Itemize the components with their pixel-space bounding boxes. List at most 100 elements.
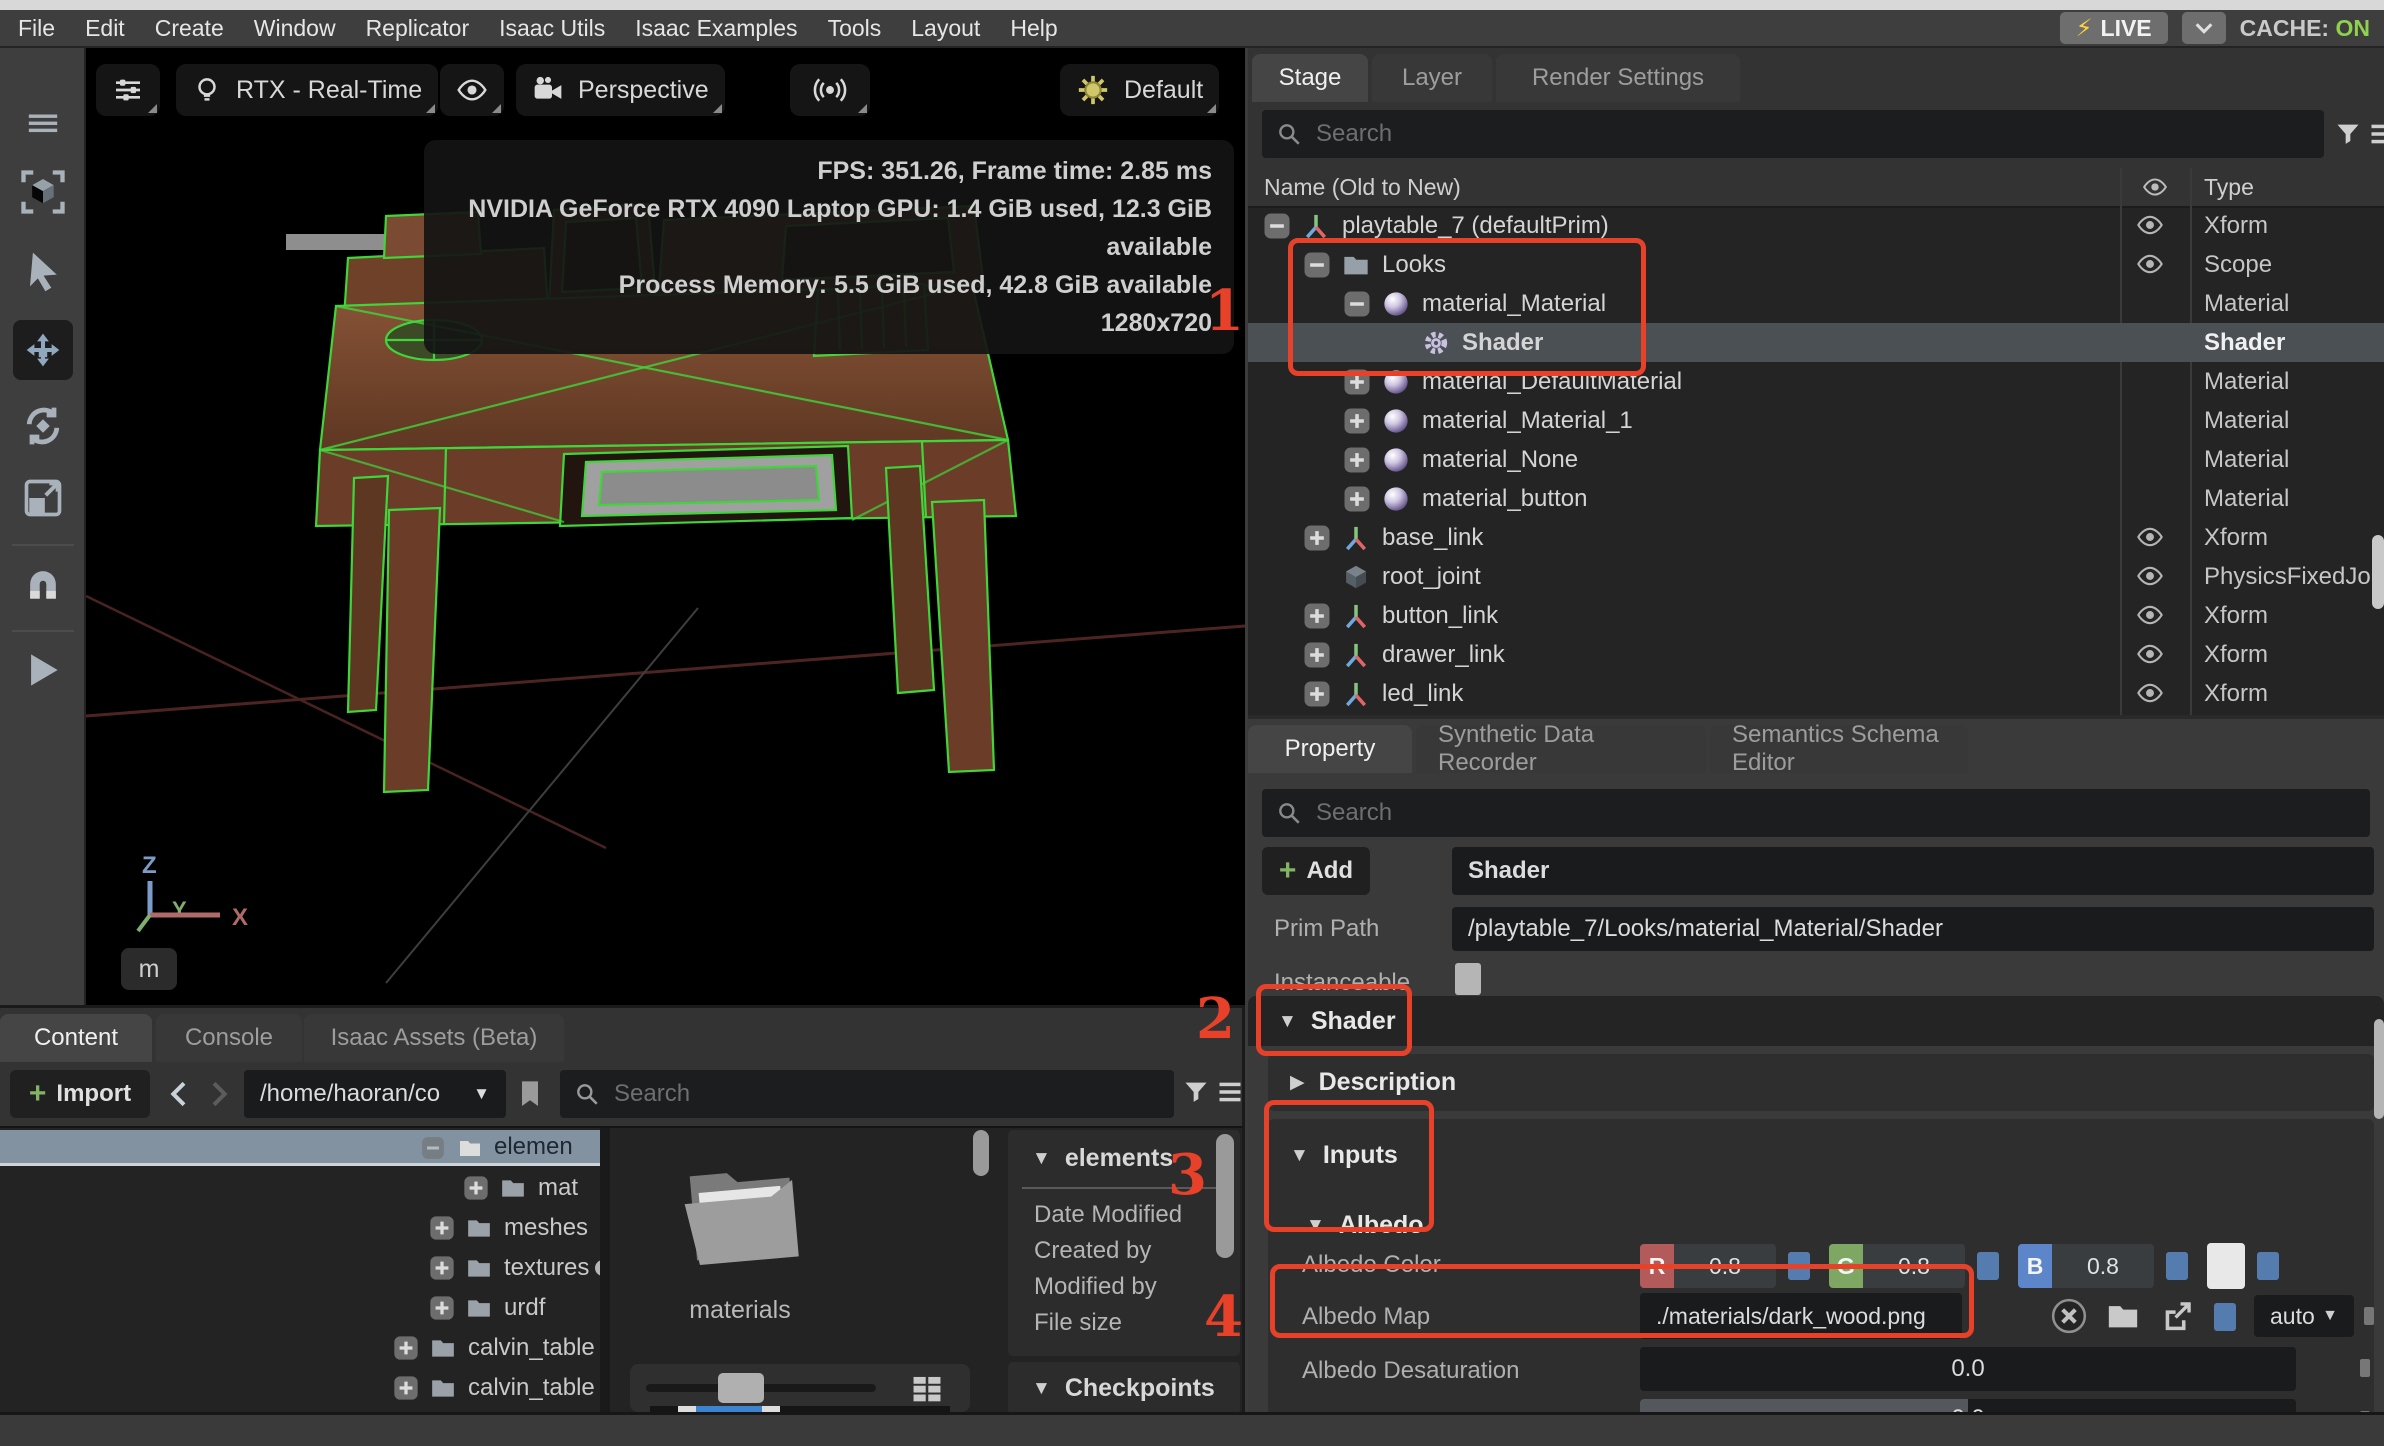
- collapse-icon[interactable]: [1342, 289, 1372, 319]
- move-tool-icon[interactable]: [21, 328, 65, 372]
- property-search-input[interactable]: [1314, 798, 2290, 828]
- stage-row-shader[interactable]: ShaderShader: [1248, 323, 2384, 362]
- expand-icon[interactable]: [1302, 679, 1332, 709]
- path-field[interactable]: /home/haoran/co▼: [244, 1070, 506, 1118]
- tab-content[interactable]: Content: [0, 1014, 152, 1062]
- expand-icon[interactable]: [392, 1374, 420, 1402]
- shader-section-bar[interactable]: ▼ Shader: [1248, 996, 2384, 1046]
- menu-create[interactable]: Create: [155, 15, 224, 42]
- type-column-header[interactable]: Type: [2204, 174, 2254, 201]
- stage-scrollbar-thumb[interactable]: [2372, 535, 2384, 609]
- tab-console[interactable]: Console: [156, 1014, 302, 1062]
- select-tool-icon[interactable]: [21, 248, 65, 292]
- name-column-header[interactable]: Name (Old to New): [1264, 174, 1461, 201]
- tree-item-selected-elemen[interactable]: elemen: [0, 1130, 600, 1166]
- renderer-button[interactable]: RTX - Real-Time: [176, 64, 438, 116]
- stage-row-playtable-7-defaultprim[interactable]: playtable_7 (defaultPrim)Xform: [1248, 206, 2384, 245]
- channel-g-value[interactable]: 0.8: [1863, 1244, 1965, 1288]
- visibility-toggle[interactable]: [2136, 679, 2176, 707]
- expand-icon[interactable]: [1342, 484, 1372, 514]
- browse-folder-icon[interactable]: [2106, 1299, 2140, 1333]
- live-dropdown-button[interactable]: [2182, 12, 2226, 44]
- expand-icon[interactable]: [428, 1254, 456, 1282]
- stage-row-led-link[interactable]: led_linkXform: [1248, 674, 2384, 713]
- property-search[interactable]: [1262, 789, 2370, 837]
- import-button[interactable]: + Import: [10, 1070, 150, 1118]
- collapse-icon[interactable]: [1302, 250, 1332, 280]
- tree-item-mat[interactable]: mat: [462, 1170, 578, 1206]
- visibility-toggle[interactable]: [2136, 601, 2176, 629]
- stage-row-drawer-link[interactable]: drawer_linkXform: [1248, 635, 2384, 674]
- expand-icon[interactable]: [1342, 406, 1372, 436]
- stage-row-button-link[interactable]: button_linkXform: [1248, 596, 2384, 635]
- snap-magnet-icon[interactable]: [21, 562, 65, 606]
- focus-selection-icon[interactable]: [17, 166, 69, 218]
- menu-replicator[interactable]: Replicator: [366, 15, 470, 42]
- expand-icon[interactable]: [462, 1174, 490, 1202]
- stage-row-material-button[interactable]: material_buttonMaterial: [1248, 479, 2384, 518]
- menu-window[interactable]: Window: [254, 15, 336, 42]
- channel-link-toggle[interactable]: [1788, 1252, 1810, 1280]
- collapse-icon[interactable]: [1262, 211, 1292, 241]
- instanceable-checkbox[interactable]: [1455, 963, 1481, 995]
- zoom-slider-handle[interactable]: [718, 1373, 764, 1403]
- visibility-toggle[interactable]: [2136, 562, 2176, 590]
- tree-item-meshes[interactable]: meshes: [428, 1210, 588, 1246]
- channel-link-toggle[interactable]: [1977, 1252, 1999, 1280]
- bookmark-icon[interactable]: [514, 1074, 546, 1114]
- menu-tools[interactable]: Tools: [828, 15, 882, 42]
- clear-map-icon[interactable]: [2050, 1297, 2088, 1335]
- tree-item-textures[interactable]: textures: [428, 1250, 600, 1286]
- tree-item-calvin-table[interactable]: calvin_table: [392, 1330, 595, 1366]
- menu-edit[interactable]: Edit: [85, 15, 125, 42]
- scale-tool-icon[interactable]: [21, 476, 65, 520]
- stage-row-material-defaultmaterial[interactable]: material_DefaultMaterialMaterial: [1248, 362, 2384, 401]
- play-icon[interactable]: [21, 648, 65, 692]
- live-button[interactable]: ⚡ LIVE: [2060, 12, 2168, 44]
- color-swatch[interactable]: [2207, 1243, 2245, 1289]
- filter-icon[interactable]: [1182, 1078, 1210, 1106]
- visibility-toggle[interactable]: [2136, 640, 2176, 668]
- stage-row-looks[interactable]: LooksScope: [1248, 245, 2384, 284]
- open-external-icon[interactable]: [2160, 1299, 2194, 1333]
- tab-semantics-schema-editor[interactable]: Semantics Schema Editor: [1710, 725, 1968, 773]
- elements-header[interactable]: ▼ elements: [1008, 1130, 1240, 1173]
- visibility-column-icon[interactable]: [2142, 174, 2168, 200]
- stage-row-material-material-1[interactable]: material_Material_1Material: [1248, 401, 2384, 440]
- menu-isaac-examples[interactable]: Isaac Examples: [635, 15, 797, 42]
- expand-icon[interactable]: [1302, 601, 1332, 631]
- folder-large-icon[interactable]: [668, 1152, 818, 1276]
- tree-item-urdf[interactable]: urdf: [428, 1290, 545, 1326]
- forward-icon[interactable]: [202, 1078, 234, 1110]
- visibility-toggle[interactable]: [2136, 211, 2176, 239]
- stage-search[interactable]: [1262, 110, 2324, 158]
- rotate-tool-icon[interactable]: [21, 404, 65, 448]
- panel-divider[interactable]: [600, 1128, 610, 1414]
- content-search-input[interactable]: [612, 1079, 1143, 1109]
- grid-item-label[interactable]: materials: [610, 1296, 870, 1325]
- albedo-map-field[interactable]: ./materials/dark_wood.png: [1640, 1293, 1962, 1339]
- expand-icon[interactable]: [428, 1294, 456, 1322]
- grid-scrollbar-thumb[interactable]: [973, 1130, 989, 1176]
- tab-stage[interactable]: Stage: [1252, 54, 1368, 102]
- visibility-toggle[interactable]: [2136, 250, 2176, 278]
- options-menu-icon[interactable]: [1216, 1078, 1244, 1106]
- checkpoints-header[interactable]: ▼ Checkpoints: [1008, 1362, 1240, 1403]
- tab-property[interactable]: Property: [1248, 725, 1412, 773]
- prim-name-field[interactable]: Shader: [1452, 847, 2374, 895]
- channel-b-value[interactable]: 0.8: [2052, 1244, 2154, 1288]
- filter-icon[interactable]: [2334, 120, 2362, 148]
- details-scrollbar-thumb[interactable]: [1216, 1134, 1234, 1258]
- menu-file[interactable]: File: [18, 15, 55, 42]
- albedo-desaturation-field[interactable]: 0.0: [1640, 1347, 2296, 1391]
- tab-isaac-assets-beta[interactable]: Isaac Assets (Beta): [304, 1014, 564, 1062]
- expand-icon[interactable]: [428, 1214, 456, 1242]
- tab-render-settings[interactable]: Render Settings: [1496, 54, 1740, 102]
- map-link-toggle[interactable]: [2214, 1303, 2236, 1331]
- color-link-toggle[interactable]: [2257, 1252, 2279, 1280]
- stage-row-base-link[interactable]: base_linkXform: [1248, 518, 2384, 557]
- colorspace-dropdown[interactable]: auto▼: [2254, 1295, 2354, 1337]
- camera-button[interactable]: Perspective: [516, 64, 725, 116]
- menu-isaac-utils[interactable]: Isaac Utils: [499, 15, 605, 42]
- expand-icon[interactable]: [1302, 640, 1332, 670]
